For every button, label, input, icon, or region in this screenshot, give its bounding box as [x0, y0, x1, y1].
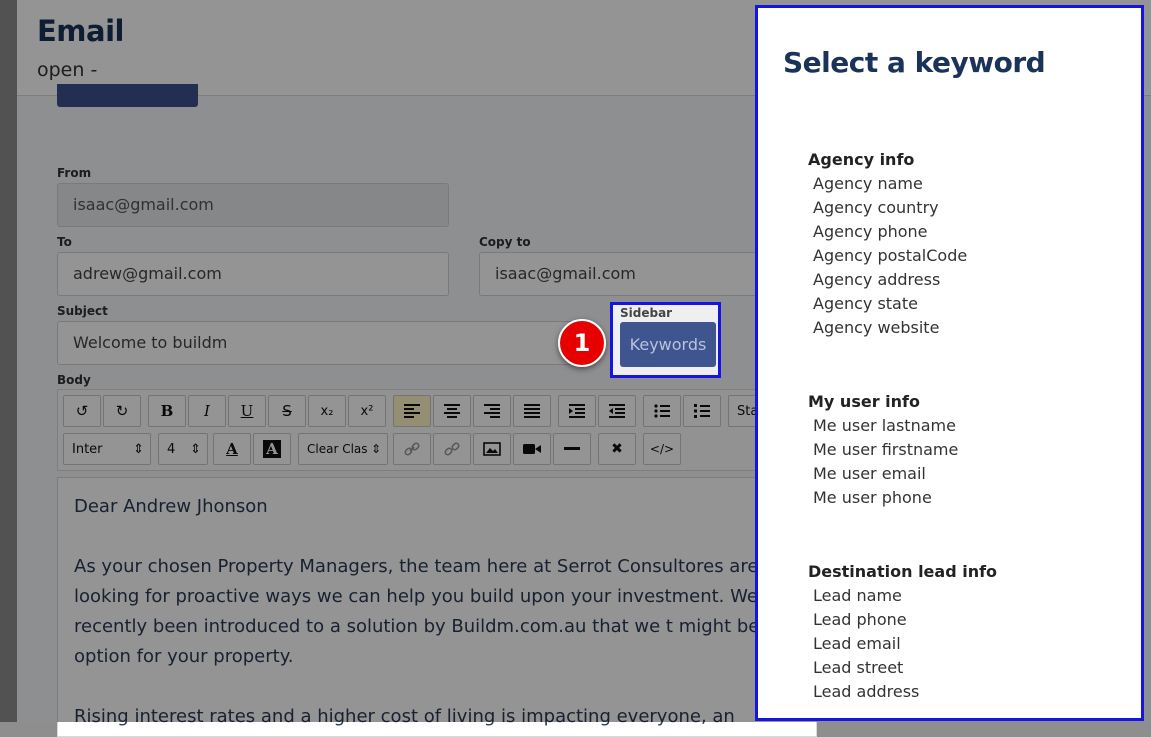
keyword-group-agency: Agency info Agency name Agency country A… [808, 148, 967, 340]
sidebar-label: Sidebar [620, 306, 673, 320]
sidebar-title: Select a keyword [783, 46, 1046, 79]
keyword-agency-postalcode[interactable]: Agency postalCode [808, 244, 967, 268]
keywords-spotlight: Sidebar Keywords [610, 302, 721, 378]
step-number-badge: 1 [558, 319, 606, 367]
keyword-me-email[interactable]: Me user email [808, 462, 958, 486]
keyword-agency-state[interactable]: Agency state [808, 292, 967, 316]
keyword-lead-street[interactable]: Lead street [808, 656, 997, 680]
keyword-lead-phone[interactable]: Lead phone [808, 608, 997, 632]
keywords-button[interactable]: Keywords [620, 322, 716, 367]
keyword-agency-name[interactable]: Agency name [808, 172, 967, 196]
keyword-sidebar: Select a keyword Agency info Agency name… [755, 5, 1144, 721]
keyword-group-my-user: My user info Me user lastname Me user fi… [808, 390, 958, 510]
keyword-lead-address[interactable]: Lead address [808, 680, 997, 704]
keyword-agency-address[interactable]: Agency address [808, 268, 967, 292]
group-heading: My user info [808, 392, 920, 411]
keyword-me-firstname[interactable]: Me user firstname [808, 438, 958, 462]
keyword-agency-phone[interactable]: Agency phone [808, 220, 967, 244]
keyword-me-lastname[interactable]: Me user lastname [808, 414, 958, 438]
group-heading: Destination lead info [808, 562, 998, 581]
keyword-agency-country[interactable]: Agency country [808, 196, 967, 220]
keyword-group-lead: Destination lead info Lead name Lead pho… [808, 560, 997, 704]
group-heading: Agency info [808, 150, 915, 169]
keyword-lead-name[interactable]: Lead name [808, 584, 997, 608]
keyword-agency-website[interactable]: Agency website [808, 316, 967, 340]
keyword-me-phone[interactable]: Me user phone [808, 486, 958, 510]
keyword-lead-email[interactable]: Lead email [808, 632, 997, 656]
